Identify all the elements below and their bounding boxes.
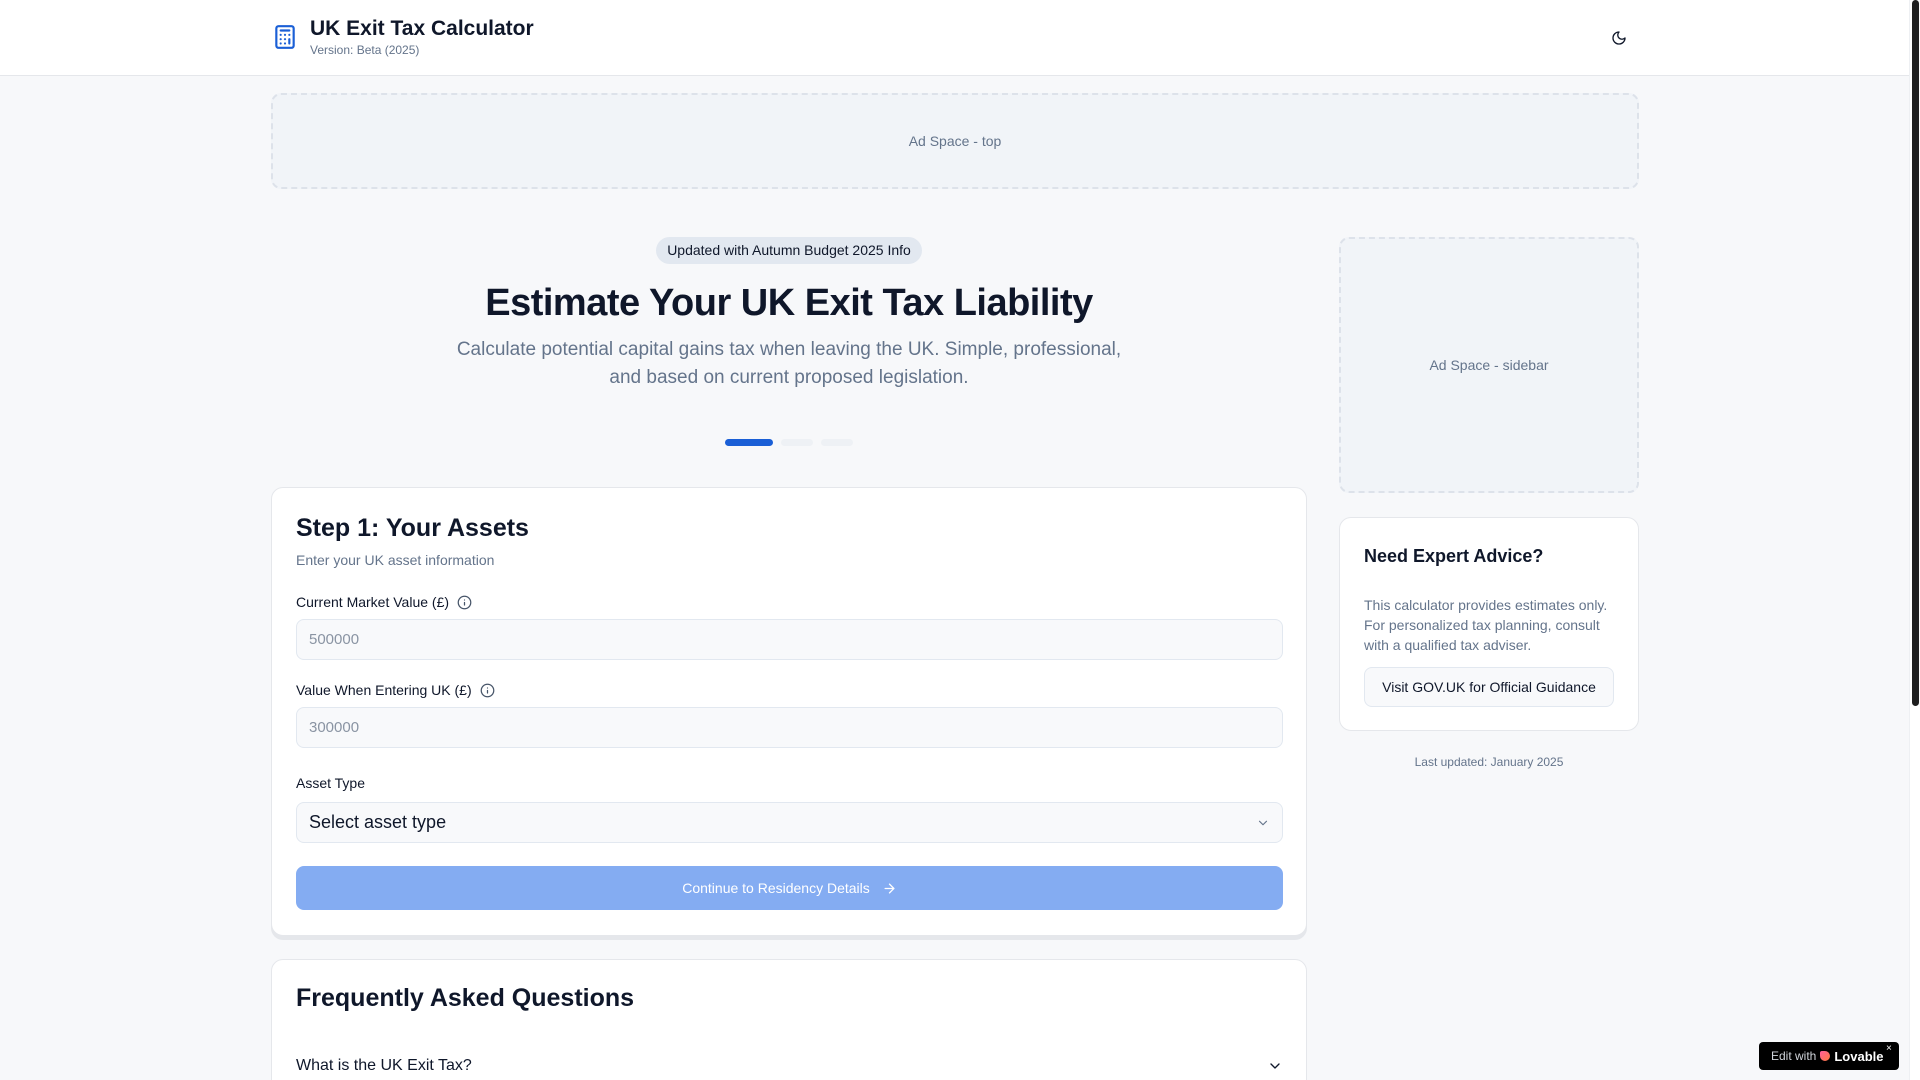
hero: Updated with Autumn Budget 2025 Info Est…	[271, 237, 1307, 392]
entry-value-label: Value When Entering UK (£)	[296, 682, 495, 698]
ad-space-sidebar: Ad Space - sidebar	[1339, 237, 1639, 493]
step-progress	[725, 439, 853, 446]
page-scrollbar[interactable]	[1909, 0, 1920, 1080]
entry-value-label-text: Value When Entering UK (£)	[296, 682, 472, 698]
chevron-down-icon	[1258, 820, 1268, 825]
continue-button-label: Continue to Residency Details	[682, 880, 870, 896]
market-value-input[interactable]	[296, 619, 1283, 660]
arrow-right-icon	[884, 883, 895, 893]
hero-subtitle: Calculate potential capital gains tax wh…	[456, 339, 1122, 388]
asset-type-label: Asset Type	[296, 775, 366, 791]
asset-type-value: Select asset type	[309, 812, 447, 832]
faq-title: Frequently Asked Questions	[296, 984, 635, 1012]
faq-item[interactable]: What is the UK Exit Tax?	[296, 1057, 1283, 1075]
lovable-brand: Lovable	[1834, 1048, 1884, 1064]
lovable-close-icon[interactable]: ×	[1886, 1043, 1892, 1054]
brand-text: UK Exit Tax Calculator Version: Beta (20…	[310, 16, 534, 58]
chevron-down-icon	[1270, 1063, 1280, 1069]
advice-title: Need Expert Advice?	[1364, 546, 1544, 566]
app-version: Version: Beta (2025)	[310, 43, 420, 57]
market-value-label-text: Current Market Value (£)	[296, 594, 450, 610]
app-title: UK Exit Tax Calculator	[310, 17, 534, 40]
last-updated: Last updated: January 2025	[1414, 755, 1564, 769]
brand: UK Exit Tax Calculator Version: Beta (20…	[272, 16, 534, 58]
advice-text: This calculator provides estimates only.…	[1364, 597, 1608, 653]
step-title: Step 1: Your Assets	[296, 514, 529, 542]
continue-button[interactable]: Continue to Residency Details	[296, 866, 1283, 910]
calculator-icon	[275, 25, 295, 49]
progress-step-1	[725, 439, 773, 446]
lovable-edit-text: Edit with	[1771, 1049, 1817, 1063]
lovable-logo-icon	[1820, 1051, 1831, 1061]
step-1-card: Step 1: Your Assets Enter your UK asset …	[271, 487, 1307, 936]
update-badge: Updated with Autumn Budget 2025 Info	[656, 237, 922, 264]
ad-space-top: Ad Space - top	[271, 93, 1639, 189]
faq-card: Frequently Asked Questions What is the U…	[271, 959, 1307, 1080]
progress-step-3	[821, 439, 853, 446]
scrollbar-thumb[interactable]	[1912, 0, 1919, 706]
info-icon[interactable]	[480, 683, 495, 698]
faq-question: What is the UK Exit Tax?	[296, 1057, 472, 1074]
progress-step-2	[781, 439, 813, 446]
gov-uk-guidance-button[interactable]: Visit GOV.UK for Official Guidance	[1364, 667, 1614, 707]
info-icon[interactable]	[457, 595, 472, 610]
app-header: UK Exit Tax Calculator Version: Beta (20…	[0, 0, 1909, 76]
asset-type-select[interactable]: Select asset type	[296, 802, 1283, 843]
market-value-label: Current Market Value (£)	[296, 594, 472, 610]
expert-advice-card: Need Expert Advice? This calculator prov…	[1339, 517, 1639, 731]
moon-icon	[1612, 31, 1626, 45]
entry-value-input[interactable]	[296, 707, 1283, 748]
edit-with-lovable-badge[interactable]: Edit with Lovable	[1759, 1042, 1899, 1070]
theme-toggle-button[interactable]	[1603, 22, 1635, 54]
step-description: Enter your UK asset information	[296, 552, 495, 568]
hero-title: Estimate Your UK Exit Tax Liability	[485, 282, 1093, 324]
